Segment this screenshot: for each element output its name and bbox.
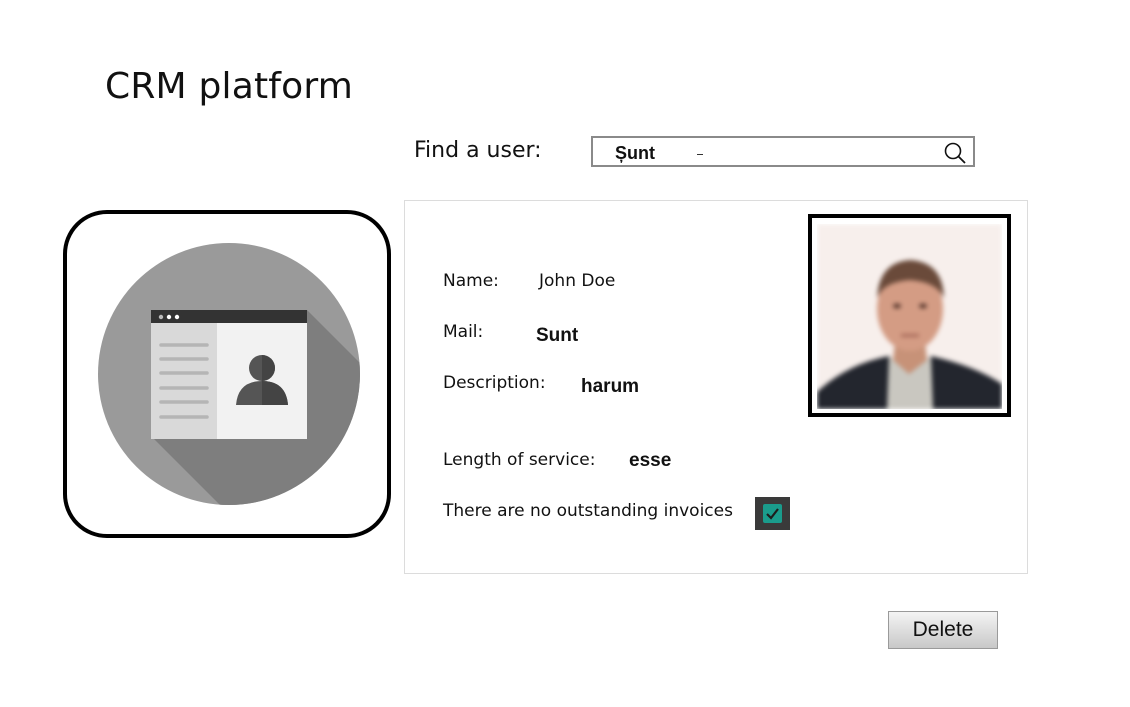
contact-card-icon [98,243,360,505]
description-value: harum [581,376,640,397]
find-user-label: Find a user: [414,138,542,163]
checkbox-fill [763,504,782,523]
service-label: Length of service: [443,450,596,470]
invoices-label: There are no outstanding invoices [443,501,733,521]
user-photo-frame [808,214,1011,417]
name-value: John Doe [539,271,616,291]
description-label: Description: [443,373,546,393]
check-icon [766,508,779,520]
delete-button[interactable]: Delete [888,611,998,649]
mail-label: Mail: [443,322,484,342]
mail-value: Sunt [536,325,579,346]
user-search-input[interactable]: Șunt [591,136,975,167]
text-cursor [697,154,703,155]
app-logo-frame [63,210,391,538]
page-title: CRM platform [105,66,354,107]
invoices-checkbox[interactable] [755,497,790,530]
search-input-value[interactable]: Șunt [615,143,655,164]
user-photo [817,224,1002,409]
service-value: esse [629,450,672,471]
name-label: Name: [443,271,499,291]
user-details-card: Name: John Doe Mail: Sunt Description: h… [404,200,1028,574]
search-icon[interactable] [943,141,967,165]
